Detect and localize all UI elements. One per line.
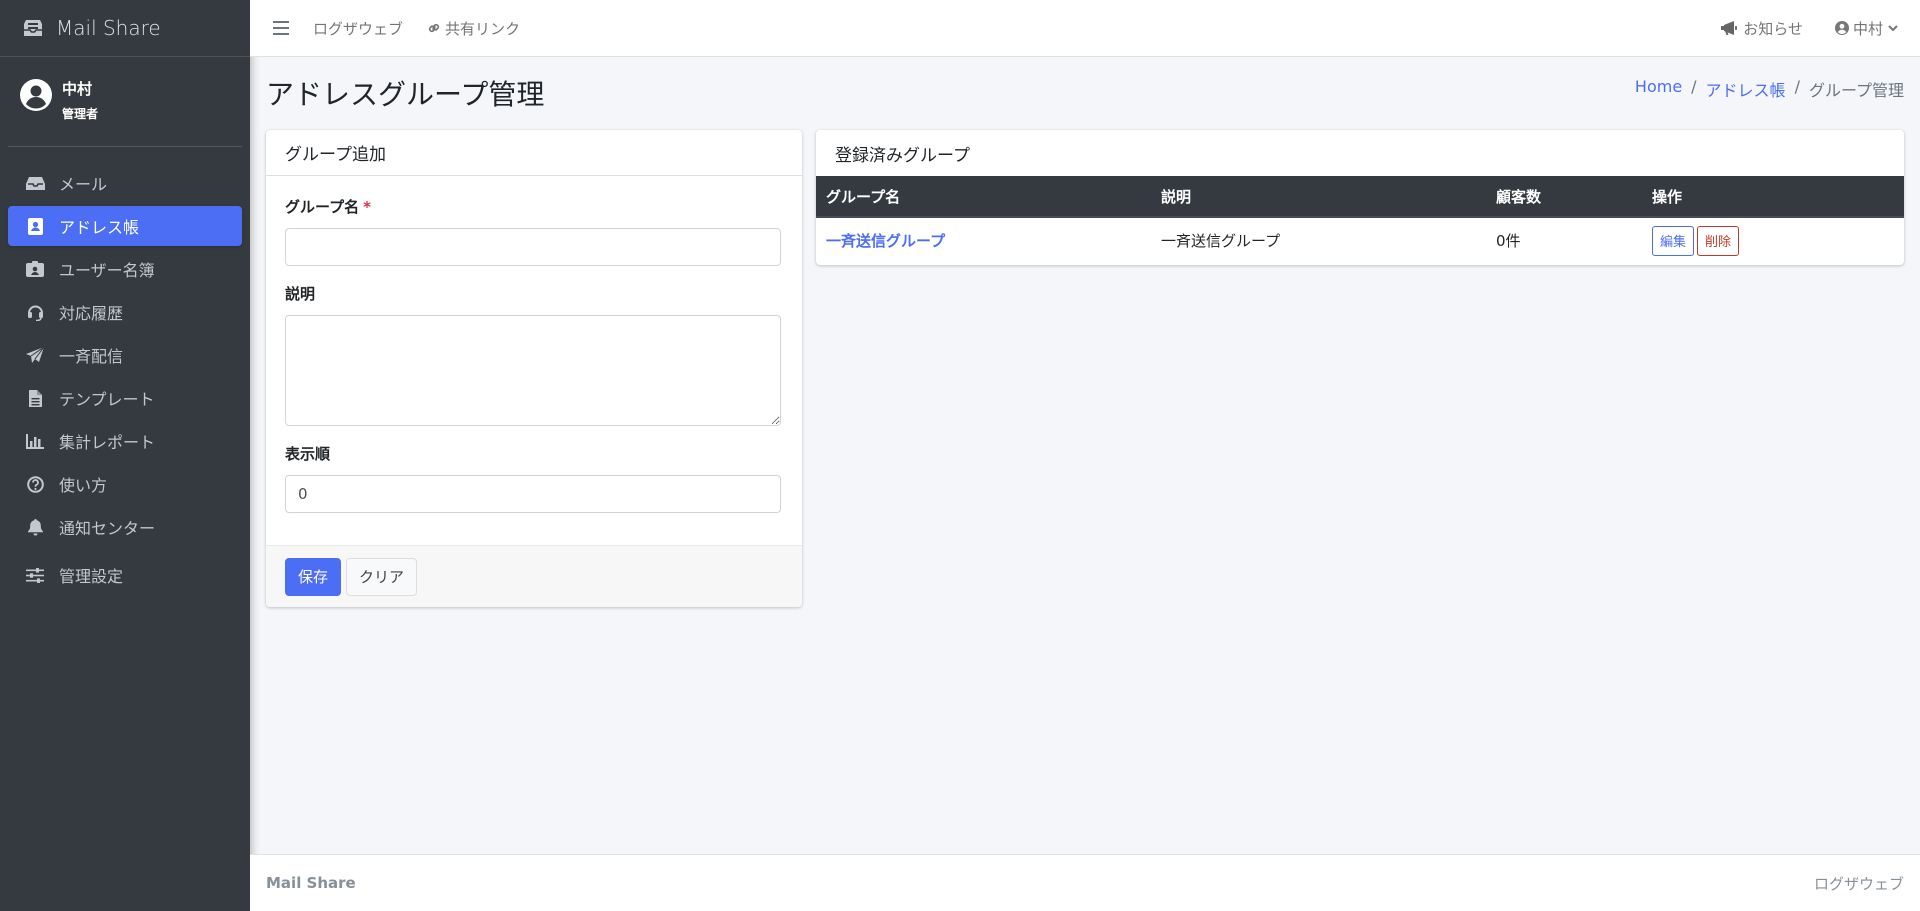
link-icon: [428, 23, 440, 33]
breadcrumb: Home / アドレス帳 / グループ管理: [1634, 77, 1904, 101]
bar-chart-icon: [26, 433, 44, 449]
group-name-input[interactable]: [285, 228, 781, 266]
sidebar-item-user-list[interactable]: ユーザー名簿: [8, 249, 242, 289]
footer-app-name: Mail Share: [266, 874, 356, 892]
headset-icon: [27, 305, 43, 321]
sidebar-item-broadcast[interactable]: 一斉配信: [8, 335, 242, 375]
sidebar-item-help[interactable]: 使い方: [8, 464, 242, 504]
topbar-user-name: 中村: [1852, 19, 1883, 38]
sidebar-item-label: 一斉配信: [59, 347, 124, 366]
topbar-link-log-web[interactable]: ログザウェブ: [313, 18, 403, 39]
topbar-link-share[interactable]: 共有リンク: [427, 18, 520, 39]
breadcrumb-address-book[interactable]: アドレス帳: [1706, 77, 1786, 101]
mail-box-icon: [24, 20, 42, 36]
footer-link[interactable]: ログザウェブ: [1814, 873, 1904, 894]
sidebar-item-label: ユーザー名簿: [59, 261, 155, 280]
sidebar: Mail Share 中村 管理者 メール アドレス帳 ユーザー名簿 対応履歴: [0, 0, 250, 911]
sidebar-item-notification[interactable]: 通知センター: [8, 507, 242, 547]
group-name-link[interactable]: 一斉送信グループ: [826, 232, 945, 250]
description-label: 説明: [285, 285, 316, 303]
groups-table: グループ名 説明 顧客数 操作 一斉送信グループ 一斉送信グループ 0件 編集削…: [816, 176, 1904, 263]
column-header-actions: 操作: [1642, 176, 1904, 218]
sidebar-item-label: テンプレート: [59, 390, 155, 409]
delete-button[interactable]: 削除: [1697, 225, 1740, 256]
sidebar-item-mail[interactable]: メール: [8, 163, 242, 203]
footer: Mail Share ログザウェブ: [250, 854, 1920, 911]
sidebar-item-history[interactable]: 対応履歴: [8, 292, 242, 332]
page-title: アドレスグループ管理: [266, 78, 545, 111]
user-circle-icon: [1834, 21, 1849, 35]
chevron-down-icon: [1888, 24, 1898, 31]
sidebar-item-label: 使い方: [59, 476, 108, 495]
table-row: 一斉送信グループ 一斉送信グループ 0件 編集 削除: [816, 217, 1904, 263]
sidebar-item-label: 対応履歴: [59, 304, 124, 323]
display-order-input[interactable]: [285, 475, 781, 513]
clear-button[interactable]: クリア: [346, 557, 418, 596]
bell-icon: [27, 518, 43, 535]
sidebar-item-label: アドレス帳: [59, 218, 140, 237]
registered-groups-header: 登録済みグループ: [835, 145, 970, 166]
column-header-description: 説明: [1151, 176, 1486, 218]
menu-toggle-icon[interactable]: [273, 21, 289, 35]
brand[interactable]: Mail Share: [0, 0, 250, 57]
breadcrumb-current: グループ管理: [1808, 81, 1904, 100]
address-book-icon: [27, 217, 43, 235]
sidebar-item-report[interactable]: 集計レポート: [8, 421, 242, 461]
sidebar-item-label: 管理設定: [59, 567, 124, 586]
question-circle-icon: [26, 475, 44, 493]
required-mark: *: [363, 198, 371, 216]
column-header-customer-count: 顧客数: [1486, 176, 1642, 218]
sidebar-item-label: 通知センター: [59, 519, 156, 538]
sliders-icon: [26, 567, 44, 583]
display-order-label: 表示順: [285, 445, 331, 463]
sidebar-item-label: メール: [59, 175, 108, 194]
sidebar-item-admin-settings[interactable]: 管理設定: [8, 555, 242, 595]
main-content: アドレスグループ管理 Home / アドレス帳 / グループ管理 グループ追加 …: [250, 57, 1920, 854]
group-add-header: グループ追加: [266, 130, 802, 176]
customer-count: 0件: [1496, 232, 1521, 250]
user-role: 管理者: [62, 107, 99, 121]
sidebar-item-template[interactable]: テンプレート: [8, 378, 242, 418]
share-link-label: 共有リンク: [445, 19, 521, 38]
topbar-user-menu[interactable]: 中村: [1834, 18, 1898, 39]
id-badge-icon: [26, 261, 44, 277]
user-name: 中村: [62, 80, 93, 98]
sidebar-item-address-book[interactable]: アドレス帳: [8, 206, 242, 246]
registered-groups-card: 登録済みグループ グループ名 説明 顧客数 操作 一斉送信グループ 一斉送信グル…: [816, 130, 1904, 265]
group-add-card: グループ追加 グループ名* 説明 表示順 保存 クリア: [266, 130, 802, 607]
paper-plane-icon: [26, 346, 44, 363]
group-description: 一斉送信グループ: [1161, 232, 1281, 250]
megaphone-icon: [1721, 21, 1738, 35]
sidebar-nav: メール アドレス帳 ユーザー名簿 対応履歴 一斉配信 テンプレート 集計レポート: [0, 155, 250, 595]
description-textarea[interactable]: [285, 315, 781, 426]
group-name-label: グループ名 *: [285, 198, 371, 216]
inbox-icon: [25, 176, 45, 190]
app-title: Mail Share: [56, 16, 161, 40]
topbar-notice[interactable]: お知らせ: [1721, 18, 1803, 39]
column-header-group-name: グループ名: [816, 176, 1151, 218]
notice-label: お知らせ: [1743, 19, 1803, 38]
save-button[interactable]: 保存: [285, 557, 342, 596]
user-avatar-icon: [20, 79, 52, 111]
user-panel[interactable]: 中村 管理者: [8, 57, 242, 147]
form-footer: 保存 クリア: [266, 545, 802, 607]
topbar: ログザウェブ 共有リンク お知らせ 中村: [250, 0, 1920, 57]
edit-button[interactable]: 編集: [1652, 225, 1695, 256]
file-icon: [28, 389, 42, 407]
sidebar-item-label: 集計レポート: [59, 433, 156, 452]
breadcrumb-home[interactable]: Home: [1635, 77, 1682, 101]
